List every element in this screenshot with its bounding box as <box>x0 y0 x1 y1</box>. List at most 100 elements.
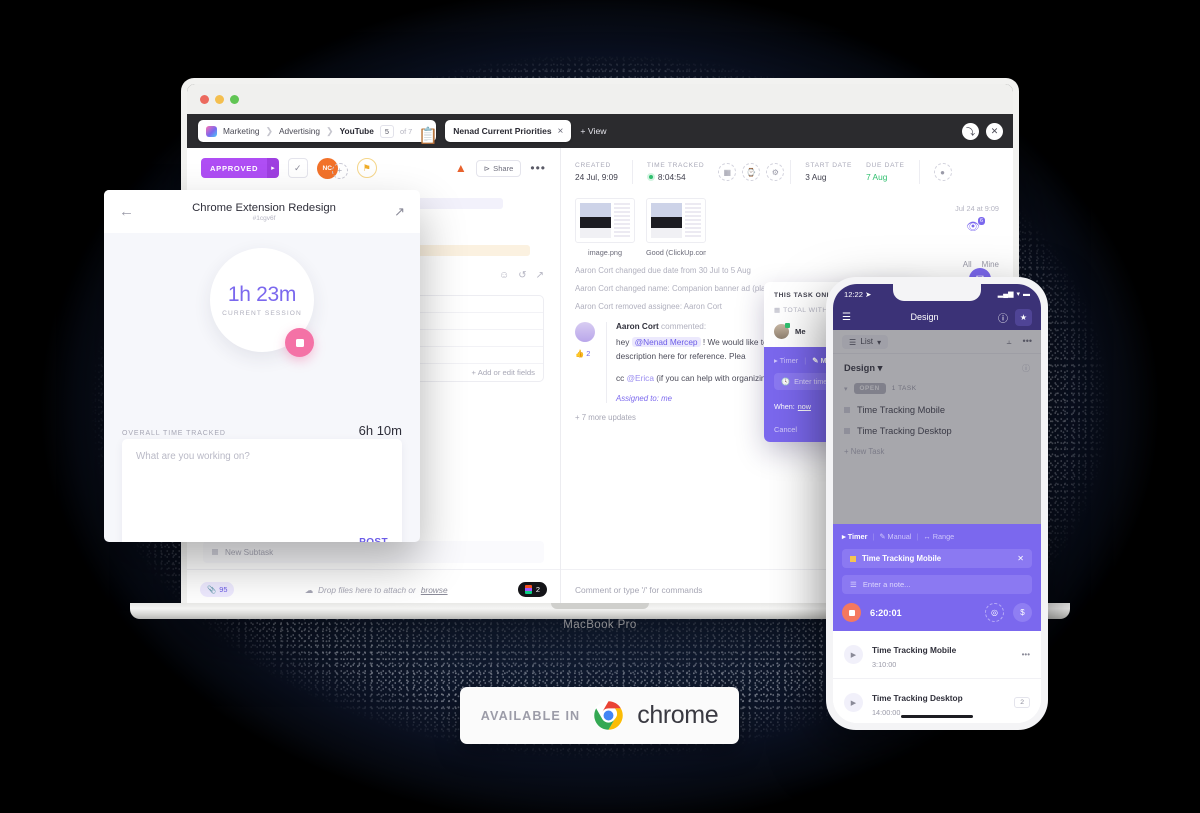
available-in-label: AVAILABLE IN <box>480 708 581 723</box>
minimize-icon[interactable]: ⤵ <box>962 122 979 140</box>
mention-link[interactable]: @Erica <box>627 373 654 383</box>
clear-icon[interactable]: ✕ <box>1017 554 1024 563</box>
open-external-icon[interactable]: ↗ <box>394 204 405 220</box>
share-label: Share <box>493 163 514 173</box>
add-assignee-button[interactable]: + <box>331 162 348 179</box>
note-input[interactable]: ☰ Enter a note... <box>842 575 1032 594</box>
entry-more-icon[interactable]: ••• <box>1022 650 1030 659</box>
breadcrumb-space[interactable]: Marketing <box>223 126 259 136</box>
note-icon: ☰ <box>850 580 857 589</box>
post-button[interactable]: POST <box>359 537 388 542</box>
expand-icon[interactable]: ↗ <box>536 270 544 281</box>
status-indicators: ▂▄▆ ▾ ▬ <box>998 290 1030 299</box>
start-date-field[interactable]: START DATE 3 Aug <box>805 162 866 182</box>
drop-files-label: Drop files here to attach or <box>318 584 416 595</box>
priority-flag-icon[interactable]: ⚑ <box>356 158 377 178</box>
close-window-dot[interactable] <box>200 94 209 104</box>
hamburger-menu-icon[interactable]: ☰ <box>842 312 851 323</box>
stop-square-icon <box>848 609 855 616</box>
note-input-box[interactable]: What are you working on? POST <box>122 439 402 542</box>
attachment-thumb[interactable]: Good (ClickUp.com... <box>646 198 706 257</box>
selected-task-label: Time Tracking Mobile <box>862 554 942 563</box>
more-options-button[interactable]: ••• <box>530 161 546 175</box>
avatar[interactable] <box>575 322 595 342</box>
minimize-window-dot[interactable] <box>215 94 224 104</box>
selected-task-chip[interactable]: Time Tracking Mobile ✕ <box>842 549 1032 568</box>
overall-time-row: OVERALL TIME TRACKED 6h 10m <box>122 423 402 438</box>
created-value: 24 Jul, 9:09 <box>575 172 618 182</box>
play-icon[interactable]: ▶ <box>844 693 863 712</box>
tag-icon[interactable]: ◎ <box>985 603 1004 622</box>
close-icon[interactable]: × <box>558 126 564 137</box>
comment-line3-pre: cc <box>616 373 625 384</box>
clock-icon: 🕓 <box>781 377 791 386</box>
relationship-icon[interactable]: ▦ <box>718 163 737 181</box>
attachment-count-pill[interactable]: 📎 95 <box>200 582 235 597</box>
available-in-chrome-badge[interactable]: AVAILABLE IN chrome <box>460 687 739 744</box>
chevron-right-icon[interactable]: ▸ <box>267 158 279 178</box>
add-view-button[interactable]: + View <box>580 126 606 136</box>
breadcrumb-folder[interactable]: Advertising <box>279 126 320 136</box>
laptop-notch <box>551 603 649 609</box>
chrome-wordmark: chrome <box>637 701 719 729</box>
when-value[interactable]: now <box>798 402 811 411</box>
cancel-button[interactable]: Cancel <box>774 425 797 434</box>
breadcrumb-list[interactable]: YouTube <box>340 126 374 136</box>
attachment-thumb[interactable]: image.png <box>575 198 635 257</box>
stop-timer-button[interactable] <box>842 603 861 622</box>
time-tracked-value-wrap: 8:04:54 <box>646 172 704 182</box>
share-button[interactable]: ⊳ Share <box>475 159 522 177</box>
attachment-caption: image.png <box>587 248 623 257</box>
favorite-star-icon[interactable]: ★ <box>1015 308 1032 326</box>
stop-timer-button[interactable] <box>285 328 314 357</box>
tab-range[interactable]: ↔ Range <box>923 532 954 541</box>
comment-author: Aaron Cort <box>616 322 659 331</box>
tab-manual[interactable]: ✎ Manual <box>879 532 911 541</box>
entry-name: Time Tracking Mobile <box>872 645 957 655</box>
history-icon[interactable]: ↺ <box>518 270 526 281</box>
info-icon[interactable]: ⓘ <box>998 310 1008 325</box>
filter-all[interactable]: All <box>963 260 972 269</box>
back-arrow-icon[interactable]: ← <box>119 203 134 220</box>
comment-verb: commented: <box>661 322 707 331</box>
time-estimate-icon[interactable]: ⌚ <box>742 163 761 181</box>
like-count[interactable]: 👍 2 <box>575 349 599 358</box>
drop-files-hint[interactable]: ☁ Drop files here to attach or browse <box>305 585 448 595</box>
filter-mine[interactable]: Mine <box>982 260 999 269</box>
divider: | <box>872 532 875 541</box>
complete-task-button[interactable]: ✓ <box>287 158 308 178</box>
tab-timer[interactable]: ▸ Timer <box>842 532 867 541</box>
activity-log-item: Aaron Cort changed due date from 30 Jul … <box>575 266 751 275</box>
copy-link-icon[interactable]: 📋 <box>418 126 438 145</box>
gitlab-icon[interactable]: ▲ <box>455 161 467 175</box>
task-tab[interactable]: Nenad Current Priorities × <box>445 120 572 142</box>
time-tracked-field[interactable]: TIME TRACKED 8:04:54 <box>646 162 718 182</box>
comment-placeholder: Comment or type '/' for commands <box>575 584 703 595</box>
comment-icon[interactable]: ● <box>933 163 952 181</box>
when-label: When: <box>774 402 795 411</box>
close-icon[interactable]: ✕ <box>986 122 1003 140</box>
battery-icon: ▬ <box>1023 290 1030 298</box>
figma-attachment-pill[interactable]: 2 <box>517 582 547 597</box>
thumbnail-image <box>575 198 635 243</box>
thumbs-up-icon: 👍 <box>575 349 585 358</box>
chrome-logo-icon <box>593 700 624 731</box>
list-item[interactable]: ▶ Time Tracking Mobile 3:10:00 ••• <box>833 631 1041 679</box>
breadcrumb[interactable]: Marketing ❯ Advertising ❯ YouTube 5 of 7… <box>198 120 438 145</box>
play-icon[interactable]: ▶ <box>844 645 863 664</box>
status-badge[interactable]: APPROVED ▸ <box>201 158 279 178</box>
task-tab-label: Nenad Current Priorities <box>453 126 552 136</box>
upload-cloud-icon: ☁ <box>304 584 314 595</box>
status-badge-label: APPROVED <box>201 158 268 178</box>
zoom-window-dot[interactable] <box>230 94 239 104</box>
due-date-field[interactable]: DUE DATE 7 Aug <box>866 162 918 182</box>
tab-timer[interactable]: ▸ Timer <box>774 356 798 365</box>
divider: | <box>804 356 807 365</box>
mention-chip[interactable]: @Nenad Mercep <box>631 337 701 347</box>
settings-icon[interactable]: ⚙ <box>766 163 785 181</box>
browse-link[interactable]: browse <box>421 585 448 595</box>
new-subtask-row[interactable]: New Subtask <box>203 541 544 563</box>
emoji-icon[interactable]: ☺ <box>499 270 509 281</box>
recording-dot-icon <box>646 173 655 181</box>
billable-icon[interactable]: $ <box>1013 603 1032 622</box>
